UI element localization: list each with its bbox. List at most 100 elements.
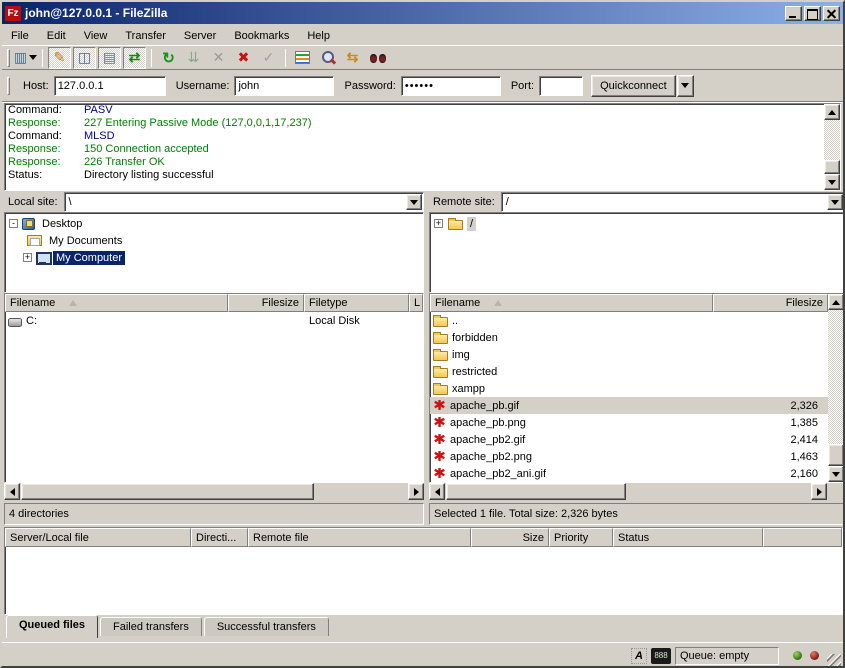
port-input[interactable]: [539, 76, 583, 96]
toolbar-grip[interactable]: [7, 49, 10, 67]
scroll-thumb[interactable]: [824, 160, 840, 174]
quickconnect-dropdown-button[interactable]: [677, 75, 694, 97]
tree-item-my-computer[interactable]: + My Computer: [5, 249, 423, 266]
process-queue-icon: ⇊: [188, 49, 200, 66]
menu-view[interactable]: View: [75, 28, 117, 44]
tree-item-desktop[interactable]: - Desktop: [5, 215, 423, 232]
menu-transfer[interactable]: Transfer: [116, 28, 175, 44]
abort-button[interactable]: ✓: [257, 47, 280, 69]
scroll-down-button[interactable]: [824, 174, 840, 190]
remote-tree[interactable]: + /: [429, 212, 845, 293]
menu-file[interactable]: File: [2, 28, 38, 44]
remote-vertical-scrollbar[interactable]: [828, 294, 844, 482]
column-header-filename[interactable]: Filename: [430, 294, 713, 312]
column-header-direction[interactable]: Directi...: [191, 528, 248, 547]
menu-edit[interactable]: Edit: [38, 28, 75, 44]
menu-help[interactable]: Help: [298, 28, 339, 44]
menu-bookmarks[interactable]: Bookmarks: [225, 28, 298, 44]
column-header-size[interactable]: Size: [471, 528, 549, 547]
toggle-message-log-button[interactable]: ✎: [48, 47, 71, 69]
column-header-filesize[interactable]: Filesize: [713, 294, 828, 312]
refresh-button[interactable]: ↻: [157, 47, 180, 69]
site-manager-button[interactable]: ▥: [14, 47, 37, 69]
toggle-remote-tree-button[interactable]: ▤: [98, 47, 121, 69]
combo-dropdown-button[interactable]: [406, 194, 422, 210]
remote-horizontal-scrollbar[interactable]: [429, 483, 827, 500]
remote-file-list[interactable]: Filename Filesize .. forbidden img restr…: [429, 293, 845, 483]
column-header-filename[interactable]: Filename: [5, 294, 228, 312]
column-header-server-local-file[interactable]: Server/Local file: [5, 528, 191, 547]
minimize-button[interactable]: [785, 6, 802, 21]
process-queue-button[interactable]: ⇊: [182, 47, 205, 69]
menu-server[interactable]: Server: [175, 28, 225, 44]
column-header-last-modified[interactable]: L: [409, 294, 423, 312]
close-button[interactable]: [823, 6, 840, 21]
scroll-thumb[interactable]: [446, 483, 626, 500]
scroll-thumb[interactable]: [828, 444, 844, 466]
speed-limit-indicator-icon[interactable]: 888: [651, 648, 671, 664]
column-header-remote-file[interactable]: Remote file: [248, 528, 471, 547]
local-horizontal-scrollbar[interactable]: [4, 483, 424, 500]
scroll-down-button[interactable]: [828, 466, 844, 482]
scroll-right-button[interactable]: [408, 483, 424, 500]
list-item-c-drive[interactable]: C: Local Disk: [5, 312, 423, 329]
tree-item-root[interactable]: + /: [430, 215, 844, 232]
tab-successful-transfers[interactable]: Successful transfers: [204, 617, 329, 636]
scroll-left-button[interactable]: [429, 483, 445, 500]
cancel-operation-button[interactable]: ✕: [207, 47, 230, 69]
message-log[interactable]: Command:PASV Response:227 Entering Passi…: [4, 103, 841, 191]
scroll-track[interactable]: [828, 310, 844, 466]
title-bar[interactable]: Fz john@127.0.0.1 - FileZilla: [2, 2, 843, 24]
quickconnect-button[interactable]: Quickconnect: [591, 75, 676, 97]
remote-site-combo[interactable]: /: [501, 192, 845, 212]
synchronized-browsing-button[interactable]: [366, 47, 389, 69]
transfer-type-indicator-icon[interactable]: A: [631, 648, 647, 664]
list-item[interactable]: img: [430, 346, 828, 363]
file-name: img: [452, 349, 470, 361]
column-header-filesize[interactable]: Filesize: [228, 294, 304, 312]
directory-comparison-button[interactable]: ⇆: [341, 47, 364, 69]
log-vertical-scrollbar[interactable]: [824, 104, 840, 190]
tab-queued-files[interactable]: Queued files: [6, 615, 98, 638]
local-site-combo[interactable]: \: [64, 192, 424, 212]
scroll-left-button[interactable]: [4, 483, 20, 500]
collapse-icon[interactable]: -: [9, 219, 18, 228]
list-item[interactable]: xampp: [430, 380, 828, 397]
expand-icon[interactable]: +: [434, 219, 443, 228]
password-input[interactable]: [401, 76, 501, 96]
column-header-priority[interactable]: Priority: [549, 528, 613, 547]
list-item[interactable]: apache_pb2.gif2,414: [430, 431, 828, 448]
maximize-button[interactable]: [804, 6, 821, 21]
toggle-transfer-queue-button[interactable]: ⇄: [123, 47, 146, 69]
filter-button[interactable]: [291, 47, 314, 69]
transfer-queue[interactable]: Server/Local file Directi... Remote file…: [4, 527, 843, 615]
resize-grip[interactable]: [827, 654, 841, 668]
column-header-filetype[interactable]: Filetype: [304, 294, 409, 312]
list-item[interactable]: restricted: [430, 363, 828, 380]
local-file-list[interactable]: Filename Filesize Filetype L C: Local Di…: [4, 293, 424, 483]
list-item-selected[interactable]: apache_pb.gif2,326: [430, 397, 828, 414]
list-item[interactable]: forbidden: [430, 329, 828, 346]
scroll-right-button[interactable]: [811, 483, 827, 500]
expand-icon[interactable]: +: [23, 253, 32, 262]
list-item[interactable]: apache_pb.png1,385: [430, 414, 828, 431]
column-header-empty[interactable]: [763, 528, 842, 547]
list-item[interactable]: ..: [430, 312, 828, 329]
status-bar: A 888 Queue: empty: [2, 642, 843, 668]
toggle-local-tree-button[interactable]: ◫: [73, 47, 96, 69]
quickbar-grip[interactable]: [7, 77, 10, 95]
scroll-thumb[interactable]: [21, 483, 314, 500]
username-input[interactable]: [234, 76, 334, 96]
disconnect-button[interactable]: ✖: [232, 47, 255, 69]
find-files-button[interactable]: [316, 47, 339, 69]
local-tree[interactable]: - Desktop My Documents + My Computer: [4, 212, 424, 293]
combo-dropdown-button[interactable]: [827, 194, 843, 210]
column-header-status[interactable]: Status: [613, 528, 763, 547]
host-input[interactable]: [54, 76, 166, 96]
tab-failed-transfers[interactable]: Failed transfers: [100, 617, 202, 636]
scroll-up-button[interactable]: [828, 294, 844, 310]
list-item[interactable]: apache_pb2_ani.gif2,160: [430, 465, 828, 482]
tree-item-my-documents[interactable]: My Documents: [5, 232, 423, 249]
scroll-up-button[interactable]: [824, 104, 840, 120]
list-item[interactable]: apache_pb2.png1,463: [430, 448, 828, 465]
